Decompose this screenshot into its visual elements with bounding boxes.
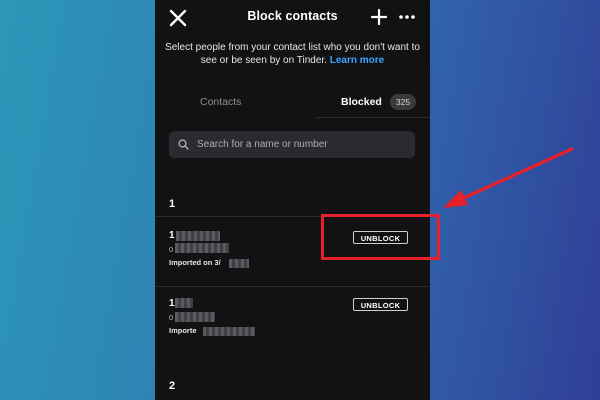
redacted-phone [175,243,229,253]
section-header: 2 [169,380,176,392]
tab-contacts[interactable]: Contacts [200,96,241,108]
contact-name: 1 [169,230,175,241]
blocked-count-badge: 325 [390,94,416,110]
list-item[interactable]: 1 0 Importe UNBLOCK [155,298,430,364]
imported-date: Imported on 3/ [169,258,221,267]
annotation-arrow-icon [443,147,574,208]
redacted-date [229,259,249,268]
more-dots-icon[interactable] [398,14,416,20]
tab-blocked[interactable]: Blocked [341,96,382,108]
tab-bar: Contacts Blocked 325 [155,92,430,118]
redacted-name [175,298,193,308]
search-icon [178,139,189,150]
divider [155,286,430,287]
contact-name: 1 [169,298,175,309]
unblock-button[interactable]: UNBLOCK [353,298,408,311]
contact-phone: 0 [169,245,174,254]
imported-date: Importe [169,326,197,335]
learn-more-link[interactable]: Learn more [330,55,384,66]
top-bar: Block contacts [155,0,430,34]
section-header: 1 [169,198,176,210]
redacted-date [203,327,255,336]
annotation-highlight-box [321,214,440,260]
tab-divider [315,117,430,118]
plus-icon[interactable] [371,9,387,25]
contact-phone: 0 [169,313,174,322]
search-bar[interactable] [169,131,415,158]
search-input[interactable] [197,131,407,158]
app-screen: Block contacts Select people from your c… [155,0,430,400]
redacted-phone [175,312,215,322]
redacted-name [176,231,220,241]
description: Select people from your contact list who… [165,41,420,67]
page-title: Block contacts [247,9,338,23]
